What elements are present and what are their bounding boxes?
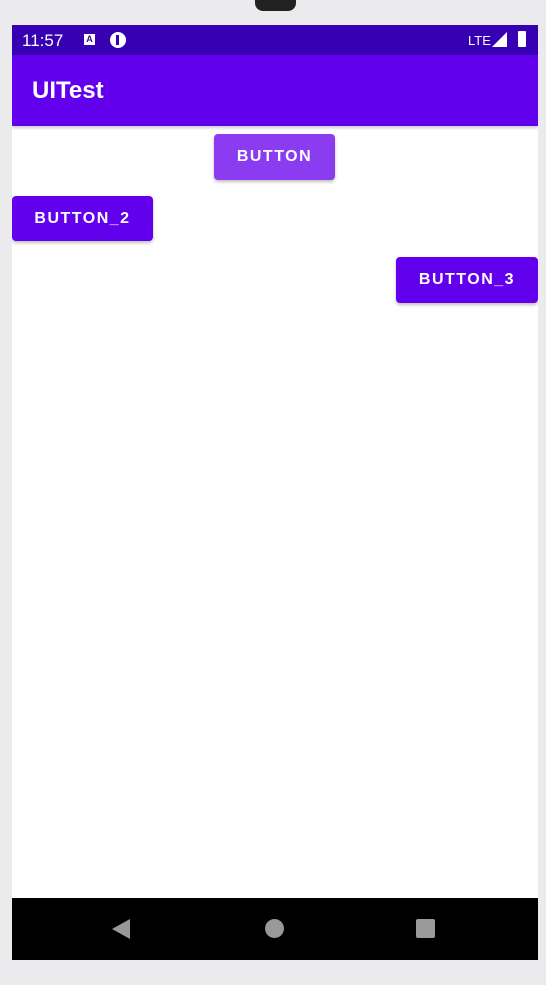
- camera-notch: [255, 0, 296, 11]
- p-notification-icon: [110, 32, 126, 48]
- button-2[interactable]: BUTTON_2: [12, 196, 153, 241]
- back-icon[interactable]: [112, 919, 130, 939]
- button-3[interactable]: BUTTON_3: [396, 257, 538, 303]
- status-bar: 11:57 A LTE: [12, 25, 538, 55]
- app-title: UITest: [32, 77, 104, 104]
- signal-icon: [492, 32, 507, 47]
- battery-icon: [518, 31, 526, 47]
- status-time: 11:57: [22, 31, 64, 50]
- app-bar: UITest: [12, 55, 538, 126]
- home-icon[interactable]: [265, 919, 284, 938]
- recents-icon[interactable]: [416, 919, 435, 938]
- a-notification-icon: A: [84, 34, 95, 45]
- device-screen: 11:57 A LTE UITest BUTTON BUTTON_2 BUTTO…: [12, 25, 538, 960]
- button-1[interactable]: BUTTON: [214, 134, 335, 180]
- network-type: LTE: [468, 33, 491, 48]
- navigation-bar: [12, 898, 538, 960]
